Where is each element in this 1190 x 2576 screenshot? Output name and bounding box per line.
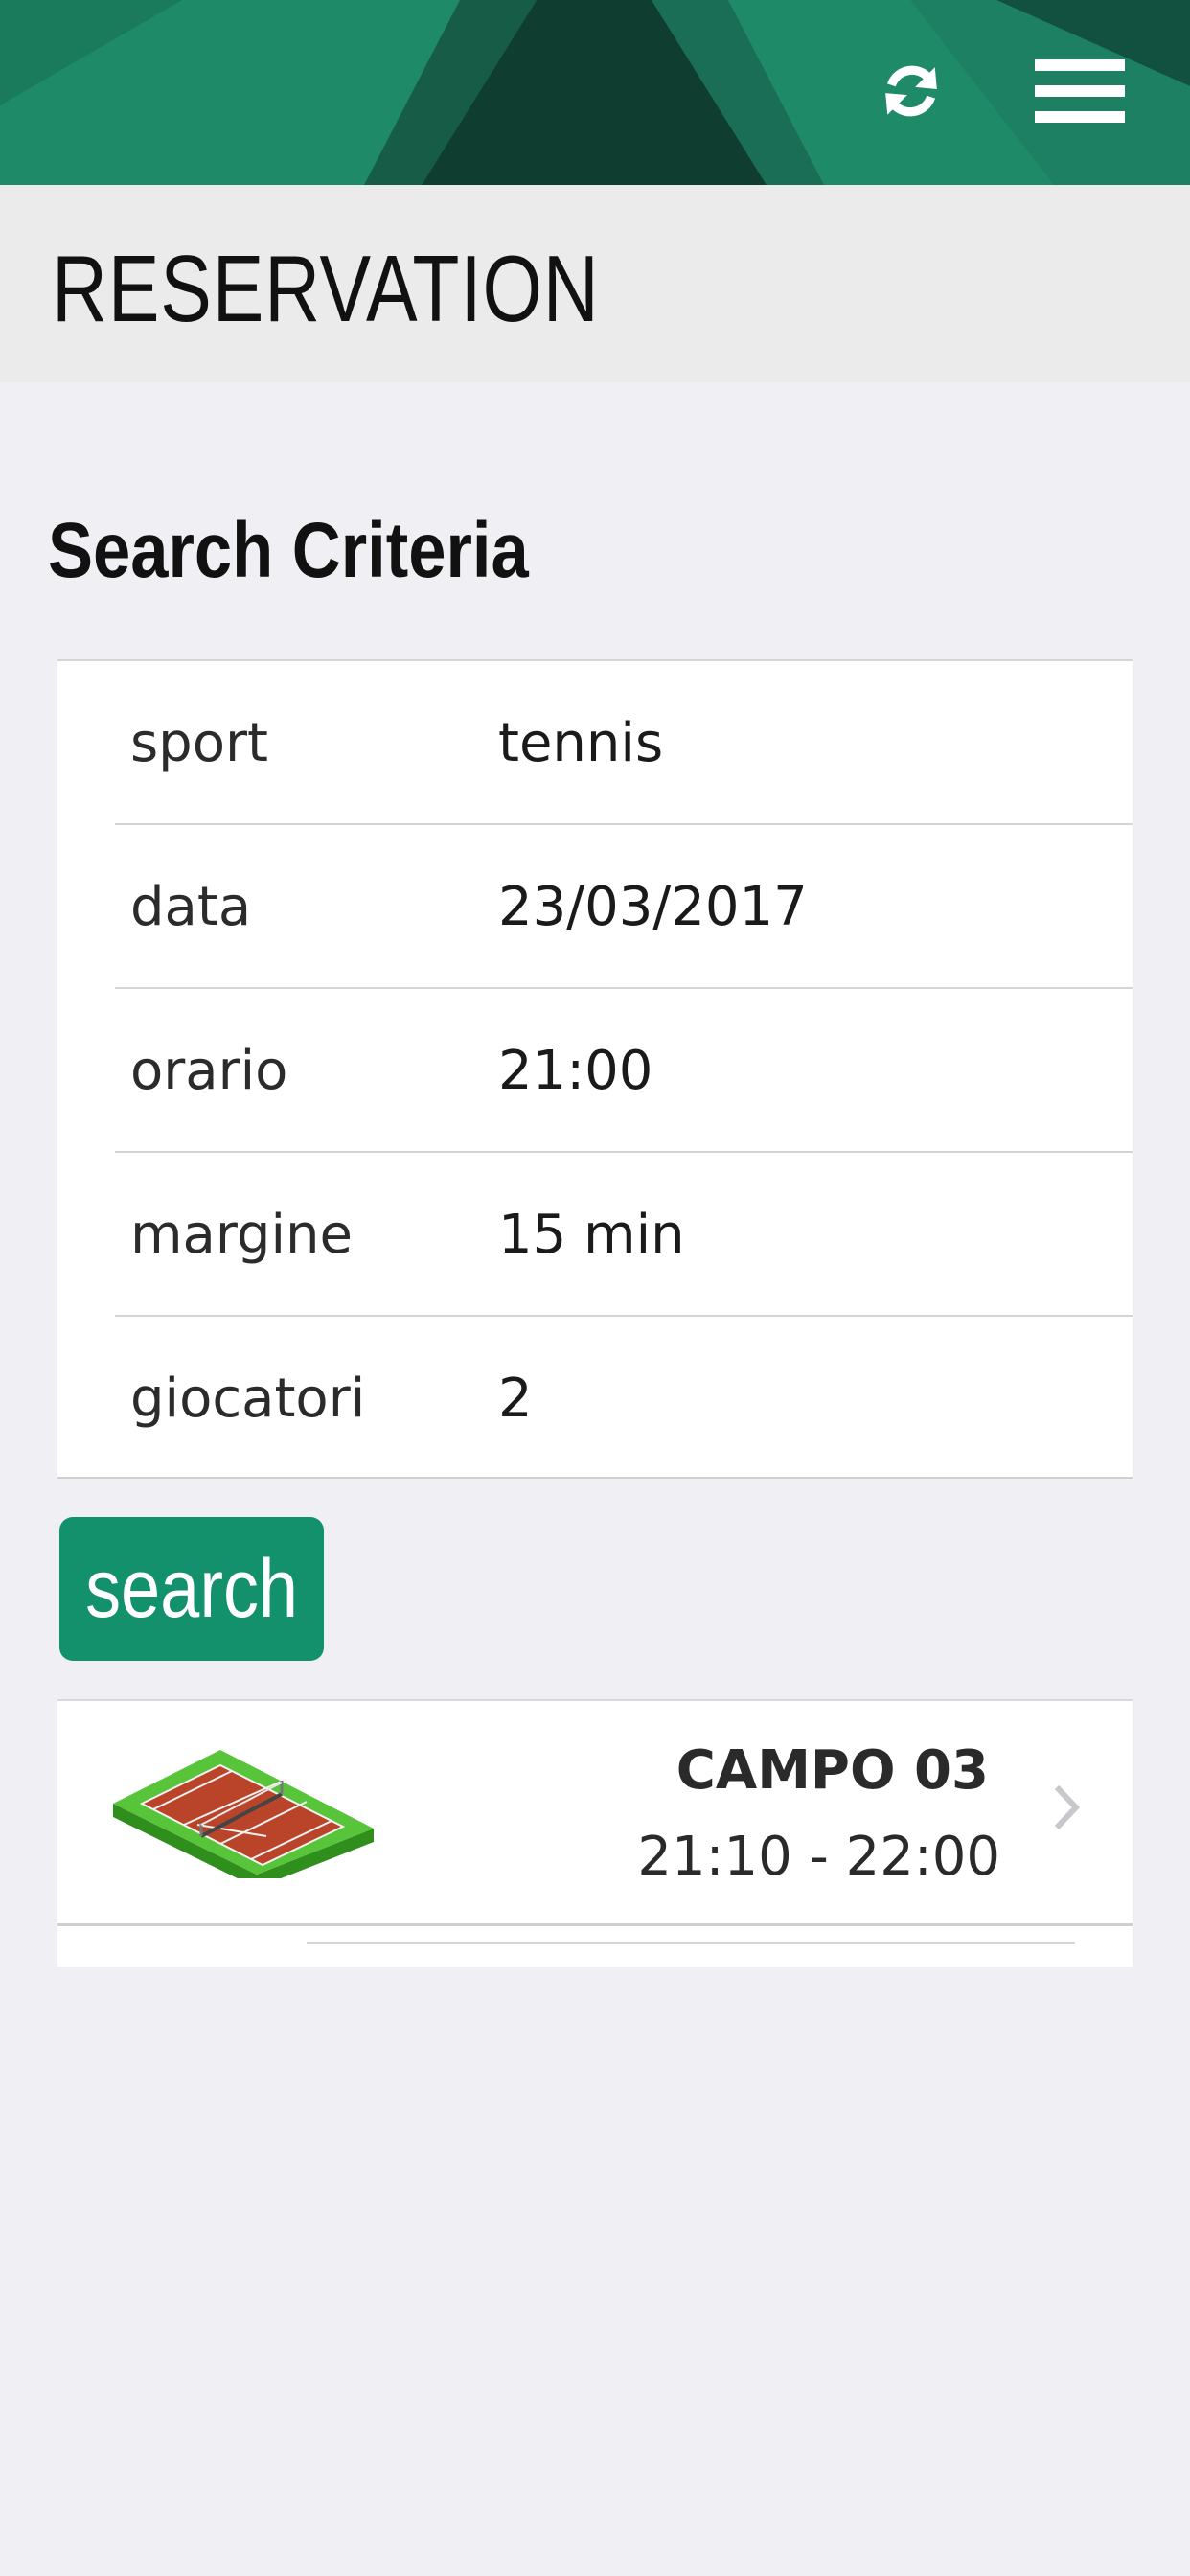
criteria-label: data: [130, 876, 252, 938]
title-bar: RESERVATION: [0, 185, 1190, 382]
criteria-value: tennis: [498, 712, 664, 774]
tennis-court-icon: [113, 1750, 374, 1878]
criteria-row-margine[interactable]: margine 15 min: [115, 1153, 1133, 1317]
criteria-row-sport[interactable]: sport tennis: [115, 661, 1133, 825]
result-list-footer: [57, 1926, 1133, 1966]
search-button[interactable]: search: [59, 1517, 324, 1661]
chevron-right-icon: [1054, 1784, 1080, 1830]
app-header: [0, 0, 1190, 185]
court-name: CAMPO 03: [675, 1739, 989, 1802]
court-time-slot: 21:10 - 22:00: [637, 1826, 1000, 1888]
refresh-icon: [885, 65, 937, 117]
menu-button[interactable]: [1027, 48, 1133, 134]
criteria-list: sport tennis data 23/03/2017 orario 21:0…: [57, 659, 1133, 1479]
search-button-label: search: [84, 1543, 298, 1635]
criteria-label: orario: [130, 1040, 288, 1102]
list-divider: [307, 1942, 1075, 1944]
criteria-row-orario[interactable]: orario 21:00: [115, 989, 1133, 1153]
page-title: RESERVATION: [52, 236, 600, 341]
criteria-label: margine: [130, 1204, 353, 1266]
result-item[interactable]: CAMPO 03 21:10 - 22:00: [57, 1699, 1133, 1926]
criteria-value: 2: [498, 1368, 533, 1430]
criteria-value: 23/03/2017: [498, 876, 808, 938]
criteria-row-giocatori[interactable]: giocatori 2: [115, 1317, 1133, 1481]
criteria-value: 15 min: [498, 1204, 685, 1266]
hamburger-menu-icon: [1035, 59, 1125, 123]
criteria-label: giocatori: [130, 1368, 366, 1430]
search-criteria-heading: Search Criteria: [48, 507, 529, 594]
criteria-value: 21:00: [498, 1040, 653, 1102]
criteria-row-data[interactable]: data 23/03/2017: [115, 825, 1133, 989]
refresh-button[interactable]: [858, 48, 964, 134]
header-background: [0, 0, 1190, 185]
criteria-label: sport: [130, 712, 268, 774]
